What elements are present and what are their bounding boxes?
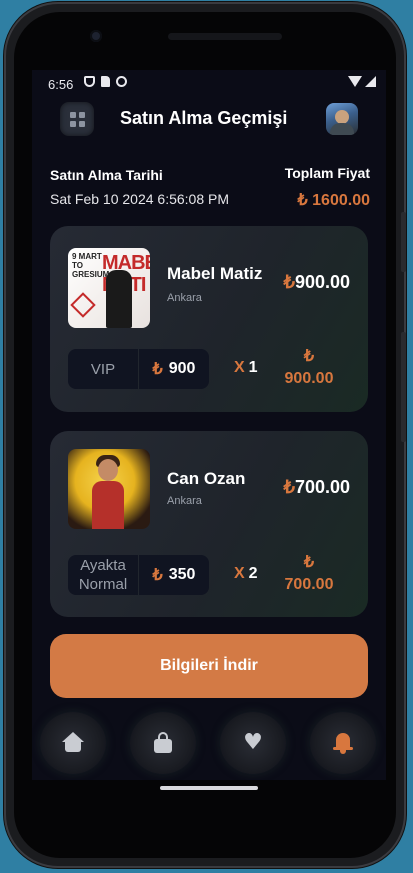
ticket-type: VIP (68, 349, 138, 389)
bag-icon-body (154, 739, 172, 753)
purchase-date-value: Sat Feb 10 2024 6:56:08 PM (50, 191, 230, 207)
sync-icon (116, 76, 127, 87)
event-poster-image: 9 MARTTOGRESIUM MABEMATI (68, 248, 150, 328)
unit-price-value: 900 (168, 360, 196, 377)
earpiece-speaker (168, 33, 282, 40)
heart-icon: ♥ (243, 730, 263, 755)
home-icon (62, 732, 84, 754)
nav-home[interactable] (40, 712, 106, 774)
grid-icon (69, 111, 76, 118)
subtotal: ₺ 900.00 (274, 346, 344, 390)
front-camera (90, 30, 102, 42)
bottom-navigation: ♥ (32, 706, 386, 776)
status-bar: 6:56 (32, 70, 386, 96)
event-name: Mabel Matiz (167, 264, 263, 283)
unit-price: ₺ 350 (139, 555, 209, 595)
status-notification-icons (84, 76, 127, 87)
ticket-type: Ayakta Normal (68, 555, 138, 595)
download-info-button[interactable]: Bilgileri İndir (50, 634, 368, 698)
ticket-quantity: X2 (234, 565, 258, 583)
subtotal-value: 700.00 (284, 576, 334, 593)
lira-icon: ₺ (303, 554, 315, 571)
grid-menu-button[interactable] (60, 102, 94, 136)
nav-favorites[interactable]: ♥ (220, 712, 286, 774)
app-header: Satın Alma Geçmişi (32, 100, 386, 140)
total-price-label: Toplam Fiyat (284, 165, 370, 181)
quantity-value: 2 (248, 565, 258, 582)
lira-icon: ₺ (283, 477, 295, 497)
event-poster-image (68, 449, 150, 529)
nav-notifications[interactable] (310, 712, 376, 774)
page-title: Satın Alma Geçmişi (120, 108, 288, 128)
lira-icon: ₺ (303, 348, 315, 365)
event-price-value: 700.00 (294, 477, 350, 497)
multiply-sign: X (234, 565, 245, 582)
event-city: Ankara (167, 495, 202, 507)
lira-icon: ₺ (152, 361, 163, 378)
shield-icon (84, 76, 95, 87)
power-button (401, 332, 406, 442)
performer-figure (106, 270, 132, 328)
event-city: Ankara (167, 292, 202, 304)
multiply-sign: X (234, 359, 245, 376)
lira-icon: ₺ (283, 272, 295, 292)
ticket-quantity: X1 (234, 359, 258, 377)
nav-shop[interactable] (130, 712, 196, 774)
grid-icon-cell (78, 120, 85, 127)
quantity-value: 1 (248, 359, 258, 376)
volume-button (401, 212, 406, 272)
status-time: 6:56 (48, 77, 74, 92)
avatar-body (330, 123, 354, 135)
unit-price-value: 350 (168, 566, 196, 583)
sd-card-icon (101, 76, 110, 87)
bell-icon (332, 732, 354, 754)
subtotal-value: 900.00 (284, 370, 334, 387)
subtotal: ₺ 700.00 (274, 552, 344, 596)
purchase-card[interactable]: 9 MARTTOGRESIUM MABEMATI Mabel Matiz Ank… (50, 226, 368, 412)
event-price: ₺700.00 (283, 477, 350, 498)
signal-icon (365, 76, 376, 87)
event-price-value: 900.00 (294, 272, 350, 292)
grid-icon-cell (69, 120, 76, 127)
phone-frame: 6:56 Satın Alma Geçmişi Satın Alma Tarih… (4, 2, 406, 868)
avatar-face (335, 110, 349, 124)
grid-icon-cell (78, 111, 85, 118)
app-screen: 6:56 Satın Alma Geçmişi Satın Alma Tarih… (32, 70, 386, 780)
shopping-bag-icon (152, 732, 174, 754)
event-name: Can Ozan (167, 469, 246, 488)
avatar[interactable] (326, 103, 358, 135)
unit-price: ₺ 900 (139, 349, 209, 389)
home-indicator[interactable] (160, 786, 258, 790)
event-price: ₺900.00 (283, 272, 350, 293)
poster-logo (70, 292, 96, 318)
performer-head (98, 459, 118, 481)
total-price-value: ₺ 1600.00 (297, 192, 370, 209)
wifi-icon (348, 76, 362, 87)
performer-torso (92, 481, 124, 529)
purchase-card[interactable]: Can Ozan Ankara ₺700.00 Ayakta Normal ₺ 3… (50, 431, 368, 617)
home-icon-base (65, 741, 81, 752)
lira-icon: ₺ (152, 567, 163, 584)
status-system-icons (348, 76, 376, 87)
bell-icon-clapper (340, 750, 346, 754)
purchase-date-label: Satın Alma Tarihi (50, 167, 163, 183)
